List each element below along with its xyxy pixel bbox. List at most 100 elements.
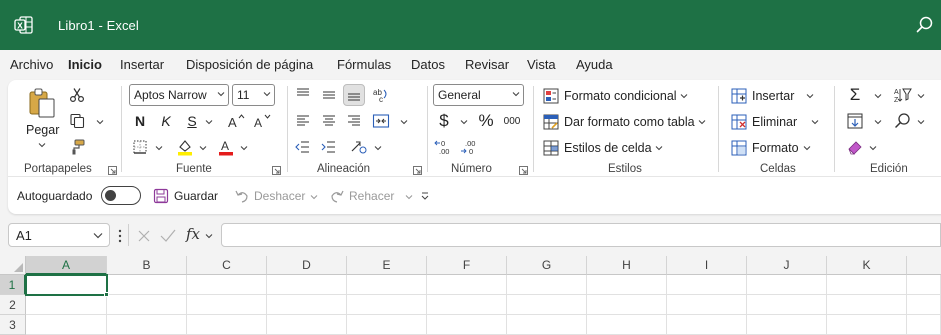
column-header[interactable]: G <box>507 256 587 275</box>
chevron-down-icon[interactable] <box>400 119 408 125</box>
column-header[interactable]: J <box>747 256 827 275</box>
redo-button[interactable]: Rehacer <box>349 189 394 203</box>
grid-cell[interactable] <box>427 275 507 295</box>
tab-archivo[interactable]: Archivo <box>10 57 53 72</box>
formula-input[interactable] <box>221 223 941 247</box>
save-button[interactable]: Guardar <box>174 189 218 203</box>
align-middle-icon[interactable] <box>318 84 340 106</box>
chevron-down-icon[interactable] <box>806 93 814 99</box>
chevron-down-icon[interactable] <box>310 194 318 200</box>
tab-disposicion[interactable]: Disposición de página <box>186 57 313 72</box>
name-box[interactable]: A1 <box>8 223 110 247</box>
bold-button[interactable]: N <box>129 110 151 132</box>
format-painter-icon[interactable] <box>66 136 88 158</box>
chevron-down-icon[interactable] <box>917 93 925 99</box>
chevron-down-icon[interactable] <box>405 194 413 200</box>
italic-button[interactable]: K <box>155 110 177 132</box>
paste-icon[interactable] <box>25 86 59 120</box>
chevron-down-icon[interactable] <box>917 119 925 125</box>
chevron-down-icon[interactable] <box>155 145 163 151</box>
chevron-down-icon[interactable] <box>374 145 382 151</box>
increase-decimal-icon[interactable]: 0.00 <box>434 136 456 158</box>
grid-cell[interactable] <box>747 275 827 295</box>
dialog-launcher-icon[interactable] <box>519 166 528 175</box>
dialog-launcher-icon[interactable] <box>413 166 422 175</box>
column-header[interactable]: F <box>427 256 507 275</box>
chevron-down-icon[interactable] <box>869 145 877 151</box>
chevron-down-icon[interactable] <box>460 119 468 125</box>
align-center-icon[interactable] <box>318 110 340 132</box>
chevron-down-icon[interactable] <box>874 93 882 99</box>
grid-cell[interactable] <box>187 315 267 335</box>
undo-button[interactable]: Deshacer <box>254 189 305 203</box>
grid-cell[interactable] <box>587 315 667 335</box>
cell-styles-button[interactable]: Estilos de celda <box>543 138 668 158</box>
currency-format-button[interactable]: $ <box>433 110 455 132</box>
grid-cell[interactable] <box>907 275 941 295</box>
chevron-down-icon[interactable] <box>38 142 46 148</box>
increase-indent-icon[interactable] <box>318 136 340 158</box>
tab-inicio[interactable]: Inicio <box>68 57 102 72</box>
merge-center-icon[interactable] <box>370 110 392 132</box>
grid-cell[interactable] <box>267 315 347 335</box>
cancel-icon[interactable] <box>137 229 151 243</box>
column-header[interactable]: E <box>347 256 427 275</box>
insert-cells-button[interactable]: Insertar <box>731 86 794 106</box>
autosave-toggle[interactable] <box>101 186 141 205</box>
copy-icon[interactable] <box>66 110 88 132</box>
column-header[interactable] <box>907 256 941 275</box>
grid-cell[interactable] <box>907 315 941 335</box>
grid-cell[interactable] <box>107 295 187 315</box>
grid-cell[interactable] <box>107 275 187 295</box>
tab-revisar[interactable]: Revisar <box>465 57 509 72</box>
find-select-icon[interactable] <box>892 110 914 132</box>
chevron-down-icon[interactable] <box>874 119 882 125</box>
row-header[interactable]: 3 <box>0 315 26 335</box>
chevron-down-icon[interactable] <box>96 119 104 125</box>
grid-cell[interactable] <box>587 295 667 315</box>
increase-font-size-icon[interactable]: A <box>225 110 247 132</box>
autosum-icon[interactable]: Σ <box>844 84 866 106</box>
format-cells-button[interactable]: Formato <box>731 138 816 158</box>
decrease-font-size-icon[interactable]: A <box>251 110 273 132</box>
grid-cell[interactable] <box>747 295 827 315</box>
grid-cell[interactable] <box>827 295 907 315</box>
column-header[interactable]: B <box>107 256 187 275</box>
grid-cell[interactable] <box>26 315 107 335</box>
undo-icon[interactable] <box>234 188 250 204</box>
grid-cell[interactable] <box>187 275 267 295</box>
grid-cell[interactable] <box>267 295 347 315</box>
row-header[interactable]: 1 <box>0 275 26 295</box>
chevron-down-icon[interactable] <box>240 145 248 151</box>
chevron-down-icon[interactable] <box>199 145 207 151</box>
align-right-icon[interactable] <box>343 110 365 132</box>
redo-icon[interactable] <box>329 188 345 204</box>
paste-label[interactable]: Pegar <box>26 123 59 137</box>
grid-cell[interactable] <box>347 315 427 335</box>
grid-cell[interactable] <box>827 275 907 295</box>
column-header[interactable]: H <box>587 256 667 275</box>
grid-cell[interactable] <box>347 275 427 295</box>
grid-cell[interactable] <box>667 295 747 315</box>
search-icon[interactable] <box>915 15 935 35</box>
align-left-icon[interactable] <box>292 110 314 132</box>
delete-cells-button[interactable]: Eliminar <box>731 112 797 132</box>
column-header[interactable]: D <box>267 256 347 275</box>
grid-cell[interactable] <box>747 315 827 335</box>
customize-qat-icon[interactable] <box>420 191 430 201</box>
column-header[interactable]: C <box>187 256 267 275</box>
row-header[interactable]: 2 <box>0 295 26 315</box>
wrap-text-icon[interactable] <box>348 136 370 158</box>
grid-cell[interactable] <box>507 315 587 335</box>
grid-cell[interactable] <box>507 275 587 295</box>
fill-icon[interactable] <box>844 110 866 132</box>
column-header[interactable]: K <box>827 256 907 275</box>
grid-cell[interactable] <box>507 295 587 315</box>
tab-formulas[interactable]: Fórmulas <box>337 57 391 72</box>
thousands-separator-button[interactable]: 000 <box>501 110 523 132</box>
grid-cell[interactable] <box>107 315 187 335</box>
tab-vista[interactable]: Vista <box>527 57 556 72</box>
grid-cell[interactable] <box>667 315 747 335</box>
grid-cell[interactable] <box>587 275 667 295</box>
grid-cell[interactable] <box>26 295 107 315</box>
